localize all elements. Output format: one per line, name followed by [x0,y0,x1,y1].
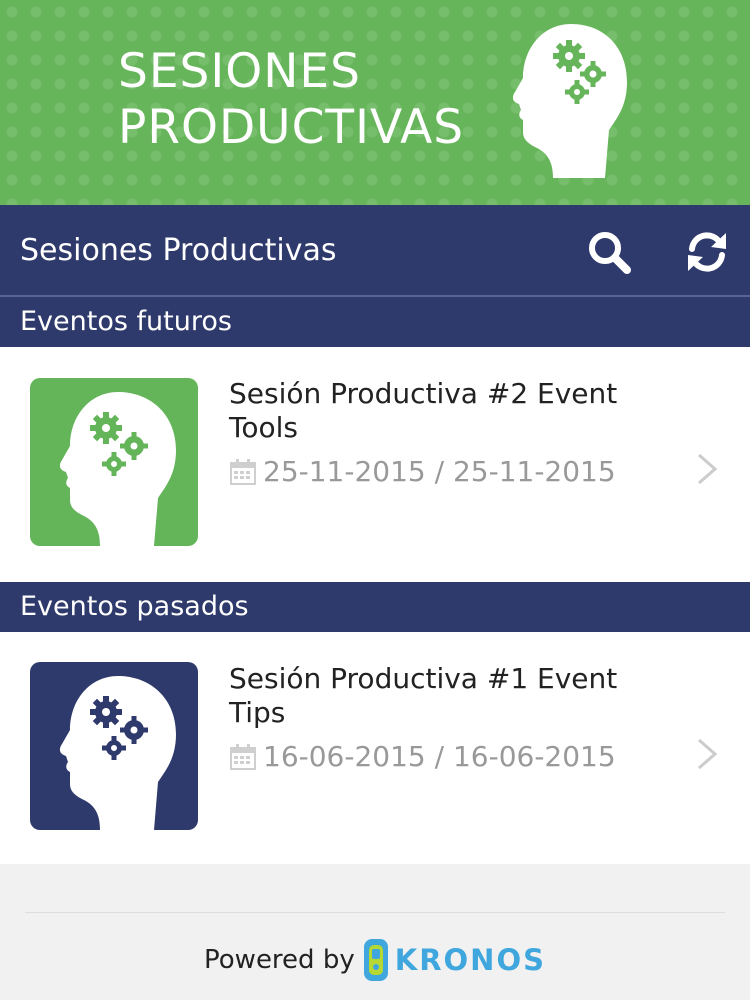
search-button[interactable] [584,227,634,277]
event-thumbnail [30,378,198,546]
event-title: Sesión Productiva #1 Event Tips [229,662,618,729]
powered-by-label: Powered by [204,945,355,975]
toolbar-title: Sesiones Productivas [20,233,337,268]
footer-divider [25,912,725,913]
head-gears-logo-icon [512,24,627,178]
event-date-range: 16-06-2015 / 16-06-2015 [263,740,616,773]
banner-title: SESIONES PRODUCTIVAS [118,44,464,156]
event-title: Sesión Productiva #2 Event Tools [229,377,618,444]
head-gears-icon [59,676,177,830]
event-list-item[interactable]: Sesión Productiva #2 Event Tools 25-11-2… [0,347,750,582]
app-toolbar: Sesiones Productivas [0,205,750,295]
refresh-button[interactable] [682,227,732,277]
chevron-right-icon [698,453,718,485]
event-date: 25-11-2015 / 25-11-2015 [229,454,616,490]
head-gears-icon [59,392,177,546]
banner-title-line1: SESIONES [118,44,361,99]
kronos-logo[interactable]: KRONOS [361,936,546,984]
calendar-icon [230,459,256,485]
banner-title-line2: PRODUCTIVAS [118,100,465,155]
event-date: 16-06-2015 / 16-06-2015 [229,739,616,775]
footer: Powered by KRONOS [0,930,750,990]
calendar-icon [230,744,256,770]
event-list-item[interactable]: Sesión Productiva #1 Event Tips 16-06-20… [0,632,750,864]
chevron-right-icon [698,738,718,770]
kronos-logo-icon [363,939,388,981]
header-banner: SESIONES PRODUCTIVAS [0,0,750,205]
event-thumbnail [30,662,198,830]
section-header-future-events: Eventos futuros [0,297,750,347]
search-icon [589,232,631,274]
kronos-brand-text: KRONOS [394,943,546,977]
refresh-icon [688,232,726,272]
section-header-past-events: Eventos pasados [0,582,750,632]
event-date-range: 25-11-2015 / 25-11-2015 [263,455,616,488]
